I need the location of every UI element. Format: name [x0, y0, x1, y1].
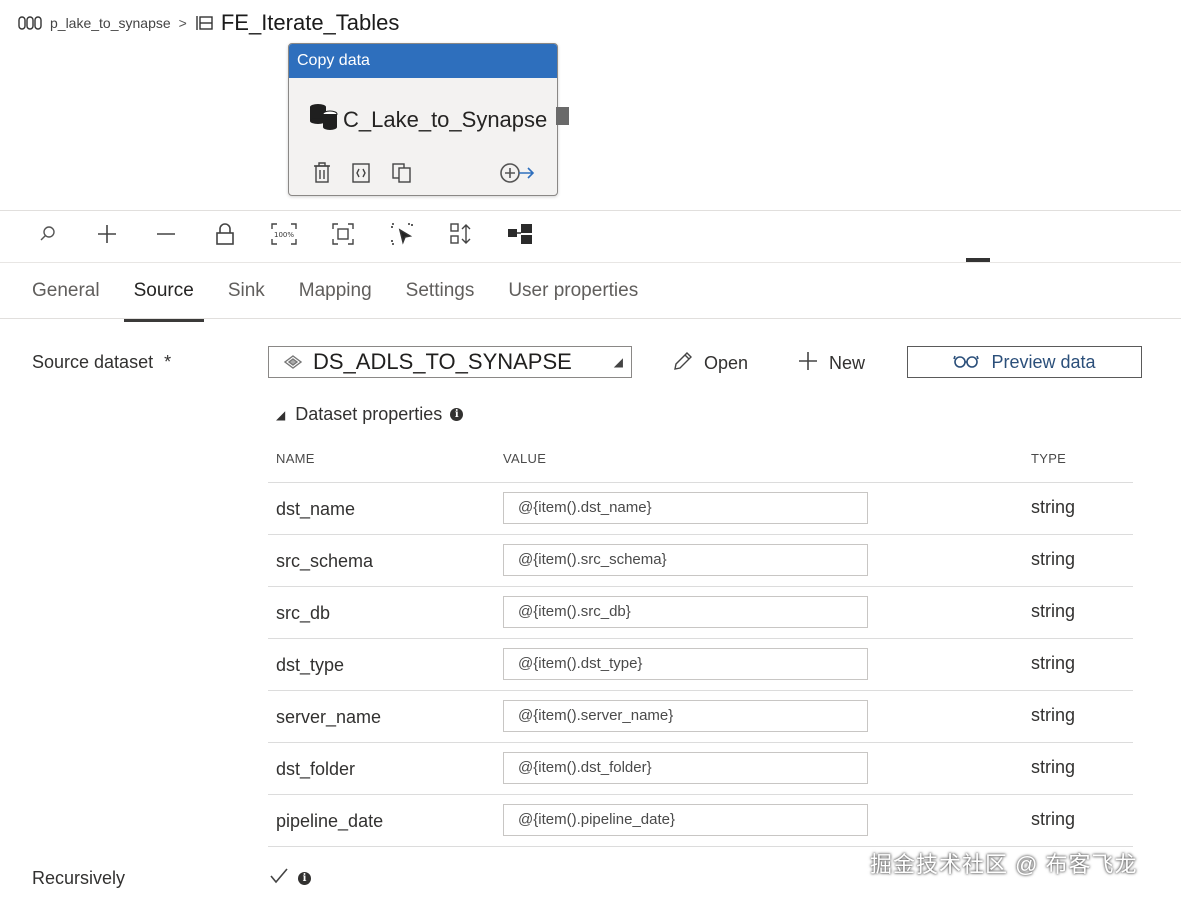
source-dataset-label-text: Source dataset	[32, 352, 154, 372]
info-icon[interactable]: i	[450, 408, 464, 421]
tab-settings[interactable]: Settings	[396, 272, 485, 316]
breadcrumb-activity: FE_Iterate_Tables	[220, 10, 400, 35]
layout-icon[interactable]	[504, 218, 536, 250]
new-label: New	[829, 353, 866, 373]
tab-source[interactable]: Source	[123, 272, 205, 322]
divider	[0, 318, 1181, 319]
auto-align-icon[interactable]	[445, 218, 477, 250]
property-value-input[interactable]: @{item().src_schema}	[503, 544, 868, 576]
column-header-name: NAME	[276, 451, 315, 466]
property-name: dst_type	[276, 655, 345, 675]
property-value-input[interactable]: @{item().src_db}	[503, 596, 868, 628]
foreach-icon	[195, 14, 215, 32]
table-row: src_db @{item().src_db} string	[268, 586, 1133, 638]
property-name: dst_folder	[276, 759, 356, 779]
select-icon[interactable]	[386, 218, 418, 250]
property-name: src_db	[276, 603, 331, 623]
property-type: string	[1031, 809, 1076, 829]
delete-icon[interactable]	[313, 162, 331, 189]
card-body: C_Lake_to_Synapse	[307, 102, 547, 138]
property-value-input[interactable]: @{item().dst_name}	[503, 492, 868, 524]
checkmark-icon	[268, 866, 290, 891]
property-value-input[interactable]: @{item().pipeline_date}	[503, 804, 868, 836]
divider	[0, 210, 1181, 211]
property-value-input[interactable]: @{item().dst_type}	[503, 648, 868, 680]
copy-data-activity-card[interactable]: Copy data C_Lake_to_Synapse	[288, 43, 558, 196]
zoom-out-icon[interactable]	[150, 218, 182, 250]
pipeline-icon	[18, 16, 42, 30]
property-type: string	[1031, 653, 1076, 673]
code-icon[interactable]	[351, 162, 371, 189]
open-dataset-button[interactable]: Open	[672, 350, 748, 377]
clone-icon[interactable]	[391, 162, 413, 189]
collapse-triangle-icon: ◢	[276, 407, 286, 422]
tab-user-properties[interactable]: User properties	[498, 272, 648, 316]
breadcrumb: p_lake_to_synapse > FE_Iterate_Tables	[18, 10, 399, 36]
card-actions	[313, 162, 535, 189]
tab-sink[interactable]: Sink	[218, 272, 275, 316]
dataset-properties-title: Dataset properties	[295, 404, 443, 424]
zoom-in-icon[interactable]	[91, 218, 123, 250]
source-dataset-label: Source dataset *	[32, 352, 171, 373]
property-name: src_schema	[276, 551, 374, 571]
table-row: src_schema @{item().src_schema} string	[268, 534, 1133, 586]
table-row: dst_name @{item().dst_name} string	[268, 482, 1133, 534]
canvas-toolbar: 100%	[32, 218, 563, 250]
info-icon[interactable]: i	[298, 872, 311, 885]
card-header: Copy data	[289, 44, 557, 78]
property-name: server_name	[276, 707, 382, 727]
recursively-checkbox[interactable]: i	[268, 866, 311, 891]
dropdown-caret-icon: ◢	[613, 355, 623, 369]
source-dataset-value: DS_ADLS_TO_SYNAPSE	[313, 349, 572, 374]
search-icon[interactable]	[32, 218, 64, 250]
source-dataset-select[interactable]: DS_ADLS_TO_SYNAPSE ◢	[268, 346, 632, 378]
database-icon	[307, 102, 343, 138]
new-dataset-button[interactable]: New	[797, 350, 865, 377]
breadcrumb-separator: >	[178, 15, 187, 31]
properties-tabs: General Source Sink Mapping Settings Use…	[22, 272, 662, 322]
divider	[0, 262, 1181, 263]
open-label: Open	[704, 353, 749, 373]
fit-to-screen-icon[interactable]	[327, 218, 359, 250]
property-type: string	[1031, 757, 1076, 777]
table-row: pipeline_date @{item().pipeline_date} st…	[268, 794, 1133, 847]
property-type: string	[1031, 601, 1076, 621]
table-row: dst_folder @{item().dst_folder} string	[268, 742, 1133, 794]
add-output-icon[interactable]	[499, 162, 535, 189]
property-type: string	[1031, 705, 1076, 725]
zoom-100-label: 100%	[274, 231, 294, 239]
output-connector[interactable]	[556, 107, 569, 125]
zoom-100-icon[interactable]: 100%	[268, 218, 300, 250]
dataset-properties-toggle[interactable]: ◢ Dataset properties i	[276, 404, 464, 425]
column-header-type: TYPE	[1031, 451, 1067, 466]
tab-general[interactable]: General	[22, 272, 110, 316]
plus-icon	[797, 350, 829, 377]
required-marker: *	[164, 352, 172, 372]
dataset-icon	[283, 349, 303, 375]
pencil-icon	[672, 350, 704, 377]
preview-data-button[interactable]: Preview data	[907, 346, 1142, 378]
card-activity-name: C_Lake_to_Synapse	[343, 107, 548, 132]
table-row: server_name @{item().server_name} string	[268, 690, 1133, 742]
lock-icon[interactable]	[209, 218, 241, 250]
preview-data-label: Preview data	[991, 351, 1096, 372]
property-value-input[interactable]: @{item().dst_folder}	[503, 752, 868, 784]
table-row: dst_type @{item().dst_type} string	[268, 638, 1133, 690]
dataset-properties-table: dst_name @{item().dst_name} string src_s…	[268, 482, 1133, 847]
property-type: string	[1031, 497, 1076, 517]
glasses-icon	[953, 352, 991, 373]
property-name: dst_name	[276, 499, 356, 519]
column-header-value: VALUE	[503, 451, 547, 466]
breadcrumb-pipeline-link[interactable]: p_lake_to_synapse	[50, 15, 171, 31]
property-value-input[interactable]: @{item().server_name}	[503, 700, 868, 732]
watermark: 掘金技术社区 @ 布客飞龙	[870, 852, 1138, 877]
tab-mapping[interactable]: Mapping	[289, 272, 382, 316]
property-name: pipeline_date	[276, 811, 384, 831]
property-type: string	[1031, 549, 1076, 569]
recursively-label: Recursively	[32, 868, 126, 888]
